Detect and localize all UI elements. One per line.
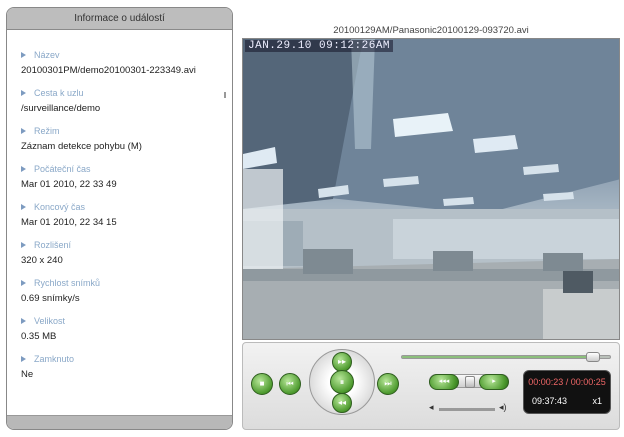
volume-high-icon: ◂) — [499, 402, 507, 412]
speed-knob[interactable] — [465, 376, 475, 388]
next-button[interactable]: ⏭ — [377, 373, 399, 395]
expand-triangle-icon — [21, 51, 26, 58]
field-size-label[interactable]: Velikost — [21, 313, 224, 328]
volume-slider[interactable] — [439, 408, 495, 411]
field-frame-rate-label[interactable]: Rychlost snímků — [21, 275, 224, 290]
expand-triangle-icon — [21, 127, 26, 134]
field-name-value: 20100301PM/demo20100301-223349.avi — [21, 65, 196, 76]
field-start-time-label[interactable]: Počáteční čas — [21, 161, 224, 176]
expand-triangle-icon — [21, 241, 26, 248]
field-resolution-label[interactable]: Rozlišení — [21, 237, 224, 252]
scrollbar[interactable] — [224, 92, 226, 98]
field-mode-label[interactable]: Režim — [21, 123, 224, 138]
field-resolution-value: 320 x 240 — [21, 255, 63, 266]
field-start-time-value: Mar 01 2010, 22 33 49 — [21, 179, 117, 190]
field-locked-label[interactable]: Zamknuto — [21, 351, 224, 366]
event-info-panel: Informace o událostí Název 20100301PM/de… — [6, 7, 233, 430]
playback-controls: ■ ⏮ ▸▸ ⏸ ◂◂ ⏭ ◂◂◂ ▸ ◂ ◂) 00:00:23 / 00:0… — [242, 342, 620, 430]
previous-button[interactable]: ⏮ — [279, 373, 301, 395]
slower-button[interactable]: ◂◂◂ — [429, 374, 459, 390]
video-file-title: 20100129AM/Panasonic20100129-093720.avi — [333, 25, 529, 36]
speed-slider[interactable]: ◂◂◂ ▸ — [429, 374, 509, 390]
field-path-label[interactable]: Cesta k uzlu — [21, 85, 224, 100]
slower-icon: ◂◂◂ — [438, 378, 450, 385]
jog-dial: ▸▸ ⏸ ◂◂ — [309, 349, 375, 415]
video-viewport[interactable]: JAN.29.10 09:12:26AM — [242, 38, 620, 340]
field-frame-rate-value: 0.69 snímky/s — [21, 293, 80, 304]
pause-icon: ⏸ — [339, 377, 345, 387]
video-timestamp-overlay: JAN.29.10 09:12:26AM — [245, 40, 394, 52]
skip-back-icon: ⏮ — [286, 379, 294, 388]
seek-slider[interactable] — [401, 352, 611, 362]
faster-button[interactable]: ▸ — [479, 374, 509, 390]
expand-triangle-icon — [21, 89, 26, 96]
field-name-label[interactable]: Název — [21, 47, 224, 62]
field-locked-value: Ne — [21, 369, 34, 380]
elapsed-time: 00:00:23 / 00:00:25 — [528, 377, 606, 387]
rewind-icon: ◂◂ — [337, 398, 347, 407]
field-mode-value: Záznam detekce pohybu (M) — [21, 141, 142, 152]
rewind-button[interactable]: ◂◂ — [332, 393, 352, 413]
fast-forward-button[interactable]: ▸▸ — [332, 352, 352, 372]
stop-button[interactable]: ■ — [251, 373, 273, 395]
field-end-time-label[interactable]: Koncový čas — [21, 199, 224, 214]
expand-triangle-icon — [21, 165, 26, 172]
info-fields: Název 20100301PM/demo20100301-223349.avi… — [7, 30, 232, 383]
seek-progress — [402, 356, 594, 358]
playback-speed: x1 — [592, 396, 602, 406]
clock-time: 09:37:43 — [532, 396, 568, 406]
skip-forward-icon: ⏭ — [384, 379, 392, 388]
expand-triangle-icon — [21, 355, 26, 362]
expand-triangle-icon — [21, 279, 26, 286]
seek-handle[interactable] — [586, 352, 601, 362]
faster-icon: ▸ — [492, 378, 496, 385]
time-display: 00:00:23 / 00:00:25 09:37:43 x1 — [523, 370, 611, 414]
office-scene-image — [243, 39, 619, 339]
expand-triangle-icon — [21, 203, 26, 210]
field-path-value: /surveillance/demo — [21, 103, 101, 114]
play-pause-button[interactable]: ⏸ — [330, 370, 354, 394]
stop-icon: ■ — [259, 379, 265, 388]
field-size-value: 0.35 MB — [21, 331, 57, 342]
panel-title: Informace o událostí — [7, 8, 232, 30]
fast-forward-icon: ▸▸ — [337, 357, 347, 366]
volume-low-icon: ◂ — [429, 402, 434, 412]
expand-triangle-icon — [21, 317, 26, 324]
field-end-time-value: Mar 01 2010, 22 34 15 — [21, 217, 117, 228]
panel-footer — [7, 415, 232, 429]
